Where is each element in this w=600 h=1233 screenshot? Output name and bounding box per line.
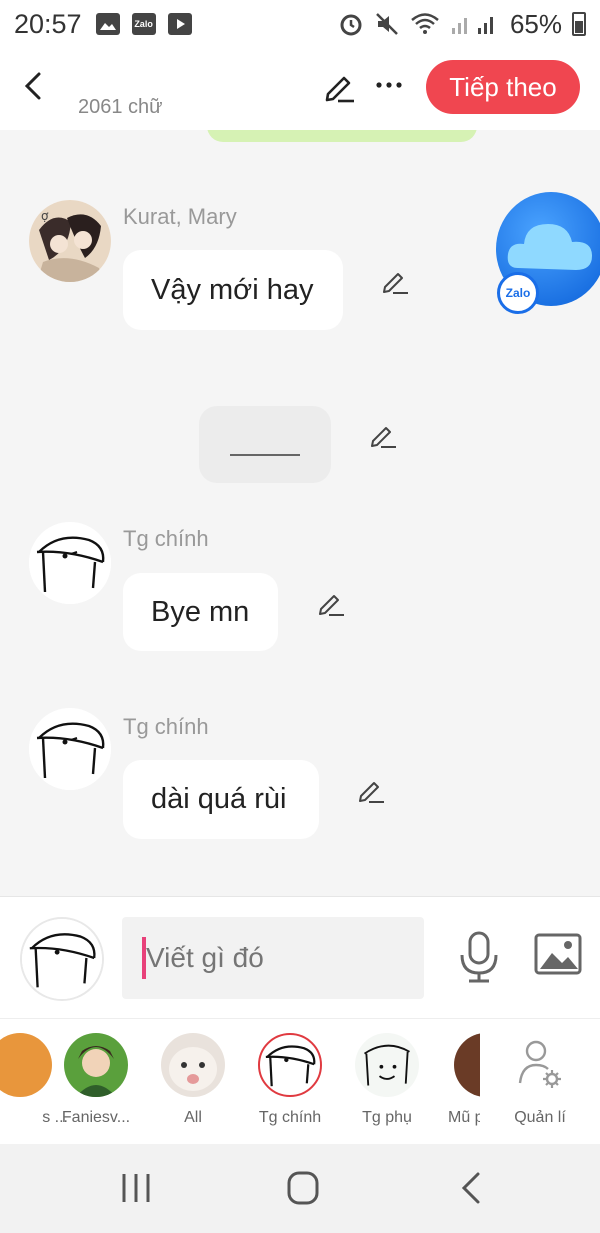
edit-message-button[interactable]: [368, 420, 398, 450]
character-avatar: [258, 1033, 322, 1097]
message-sender: Tg chính: [123, 526, 209, 551]
more-options-button[interactable]: [370, 66, 408, 104]
home-icon: [287, 1171, 319, 1205]
character-item[interactable]: Tg phụ: [337, 1033, 437, 1127]
character-avatar: [64, 1033, 128, 1097]
manage-characters-button[interactable]: Quản lí: [490, 1033, 590, 1127]
character-name: Faniesv...: [61, 1109, 131, 1126]
character-item[interactable]: Mũ p: [434, 1033, 480, 1127]
signal-icon: [451, 17, 493, 34]
character-name: Tg chính: [258, 1109, 322, 1126]
character-item-selected[interactable]: Tg chính: [240, 1033, 340, 1127]
microphone-icon: [460, 931, 498, 983]
edit-message-button[interactable]: [316, 588, 346, 618]
avatar-tg-chinh[interactable]: [29, 522, 111, 604]
avatar-tg-chinh[interactable]: [29, 708, 111, 790]
character-avatar: [0, 1033, 52, 1097]
battery-icon: [572, 12, 586, 36]
system-back-button[interactable]: [452, 1170, 492, 1206]
character-name: Tg phụ: [362, 1109, 412, 1126]
character-item[interactable]: Faniesv...: [46, 1033, 146, 1127]
character-avatar: [355, 1033, 419, 1097]
pencil-icon: [383, 273, 408, 294]
status-bar: 20:57 Zalo 65%: [0, 0, 600, 48]
recents-icon: [122, 1174, 150, 1202]
back-arrow-icon: [461, 1172, 480, 1204]
message-sender: Kurat, Mary: [123, 204, 237, 229]
message-sender: Tg chính: [123, 714, 209, 739]
play-icon: [167, 13, 192, 35]
character-avatar: [161, 1033, 225, 1097]
character-name: Mũ p: [448, 1109, 480, 1126]
message-input[interactable]: [122, 917, 424, 999]
chat-area[interactable]: ợ Kurat, Mary Vậy mới hay Zalo Tg chính …: [0, 130, 600, 896]
voice-input-button[interactable]: [458, 931, 500, 983]
current-character-avatar[interactable]: [20, 917, 104, 1001]
system-nav-bar: [0, 1144, 600, 1233]
sketch-face-avatar-image: [22, 919, 102, 999]
character-item[interactable]: All: [143, 1033, 243, 1127]
recent-apps-button[interactable]: [116, 1170, 156, 1206]
message-bubble[interactable]: Bye mn: [123, 573, 278, 651]
edit-message-button[interactable]: [380, 266, 410, 296]
svg-text:ợ: ợ: [41, 209, 49, 223]
image-icon: [534, 933, 582, 975]
insert-image-button[interactable]: [534, 933, 582, 975]
battery-percent: 65%: [509, 8, 562, 39]
mute-icon: [376, 13, 398, 35]
anime-couple-avatar-image: ợ: [29, 200, 111, 282]
chevron-left-icon: [24, 72, 41, 100]
avatar-kurat-mary[interactable]: ợ: [29, 200, 111, 282]
home-button[interactable]: [283, 1170, 323, 1206]
edit-message-button[interactable]: [356, 775, 386, 805]
more-dots-icon: [376, 82, 402, 88]
pencil-icon: [319, 595, 344, 616]
text-caret: [142, 937, 146, 979]
character-avatar: [454, 1033, 480, 1097]
back-button[interactable]: [16, 66, 50, 106]
wifi-icon: [411, 13, 439, 34]
gallery-icon: [95, 13, 120, 35]
sketch-face-avatar-image: [29, 522, 111, 604]
zalo-badge: Zalo: [497, 272, 539, 314]
status-time: 20:57: [14, 8, 82, 39]
message-bubble[interactable]: dài quá rùi: [123, 760, 319, 839]
sketch-face-avatar-image: [29, 708, 111, 790]
pencil-icon: [325, 76, 354, 103]
character-tray: s ... Faniesv... All Tg chính Tg phụ Mũ …: [0, 1018, 600, 1144]
edit-title-button[interactable]: [320, 68, 358, 106]
blank-message-bubble[interactable]: [199, 406, 331, 483]
alarm-icon: [340, 14, 362, 36]
pencil-icon: [359, 782, 384, 803]
editor-header: 2061 chữ Tiếp theo: [0, 48, 600, 130]
manage-user-icon: [508, 1033, 572, 1097]
message-composer: [0, 896, 600, 1018]
word-count: 2061 chữ: [78, 96, 163, 118]
next-button[interactable]: Tiếp theo: [426, 60, 580, 114]
zalo-icon: Zalo: [131, 13, 156, 35]
pencil-icon: [371, 427, 396, 448]
character-name: All: [184, 1109, 202, 1126]
previous-message-bubble[interactable]: [207, 130, 477, 142]
message-bubble[interactable]: Vậy mới hay: [123, 250, 343, 330]
character-name: Quản lí: [514, 1109, 566, 1126]
blank-line: [230, 453, 300, 456]
